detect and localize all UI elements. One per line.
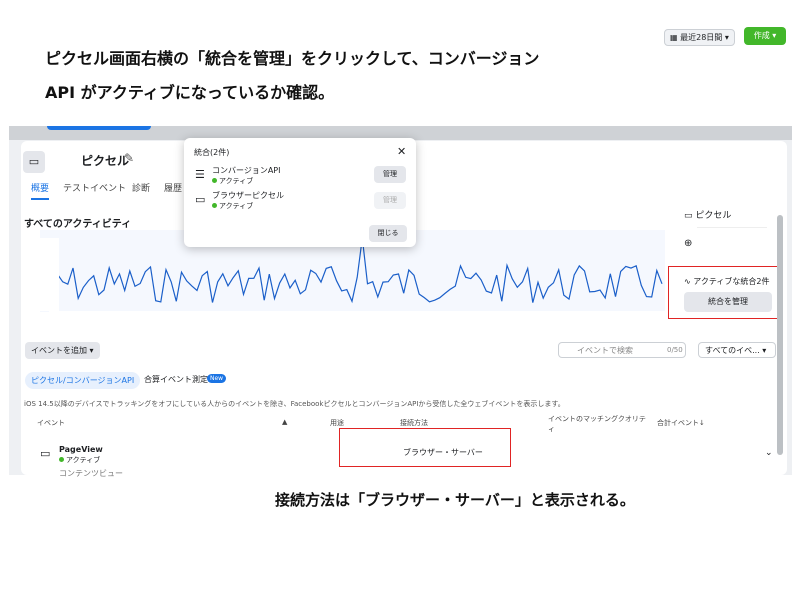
scrollbar[interactable] <box>777 215 783 455</box>
dialog-title: 統合(2件) <box>194 148 230 157</box>
monitor-icon: ▭ <box>684 211 696 221</box>
capi-status: アクティブ <box>212 176 253 186</box>
redacted-pixel-id <box>53 151 79 165</box>
tab-overview[interactable]: 概要 <box>31 181 50 200</box>
warning-icon: ▲ <box>282 418 288 426</box>
status-dot-icon <box>212 178 217 183</box>
tab-diagnostics[interactable]: 診断 <box>132 181 150 194</box>
redacted-domain <box>697 237 767 267</box>
tab-test-events[interactable]: テストイベント <box>63 181 126 194</box>
column-connection: 接続方法 <box>400 419 428 427</box>
column-total-events[interactable]: 合計イベント↓ <box>657 418 705 428</box>
browser-pixel-manage-button[interactable]: 管理 <box>374 192 406 209</box>
close-icon[interactable]: ✕ <box>397 145 406 158</box>
status-dot-icon <box>59 457 64 462</box>
calendar-icon: ▦ <box>670 33 681 42</box>
highlight-connection-method <box>339 428 511 467</box>
new-badge: New <box>207 374 227 383</box>
dialog-close-button[interactable]: 閉じる <box>369 225 407 242</box>
column-match-quality: イベントのマッチングクオリティ <box>548 415 646 433</box>
all-events-dropdown[interactable]: すべてのイベ... ▾ <box>698 342 776 358</box>
browser-icon: ▭ <box>40 447 51 460</box>
info-note: iOS 14.5以降のデバイスでトラッキングをオフにしている人からのイベントを除… <box>24 400 565 408</box>
status-dot-icon <box>212 203 217 208</box>
redacted-match-quality <box>543 434 731 470</box>
chevron-down-icon[interactable]: ⌄ <box>765 448 773 458</box>
highlight-manage-integrations <box>668 266 783 319</box>
top-button[interactable] <box>47 126 151 130</box>
column-event: イベント <box>37 419 65 427</box>
pixel-monitor-icon: ▭ <box>23 151 45 173</box>
browser-icon: ▭ <box>195 193 206 206</box>
caption: 接続方法は「ブラウザー・サーバー」と表示される。 <box>275 491 635 509</box>
instruction-line-2: API がアクティブになっているか確認。 <box>45 83 335 102</box>
browser-pixel-name: ブラウザーピクセル <box>212 191 284 200</box>
pixel-title: ピクセル <box>81 154 130 168</box>
event-status: アクティブ <box>59 455 100 465</box>
event-count: 0/50 <box>667 346 683 354</box>
redacted-axis <box>31 238 59 311</box>
instruction-line-1: ピクセル画面右横の「統合を管理」をクリックして、コンバージョン <box>45 49 540 68</box>
redacted-axis-bottom <box>49 311 668 325</box>
globe-icon: ⊕ <box>684 238 693 249</box>
chart-title: すべてのアクティビティ <box>24 219 132 230</box>
tab-aggregated-events[interactable]: 合算イベント測定 <box>144 374 208 385</box>
browser-pixel-status: アクティブ <box>212 201 253 211</box>
capi-name: コンバージョンAPI <box>212 166 281 175</box>
edit-icon[interactable]: ✎ <box>124 151 134 165</box>
database-icon: ☰ <box>195 168 205 181</box>
integrations-dialog: 統合(2件) ✕ ☰ コンバージョンAPI アクティブ 管理 ▭ ブラウザーピク… <box>184 138 416 247</box>
column-usage: 用途 <box>330 419 344 427</box>
redacted-pixel-info <box>697 219 767 228</box>
event-name[interactable]: PageView <box>59 445 103 454</box>
tab-pixel-capi[interactable]: ピクセル/コンバージョンAPI <box>25 372 141 389</box>
create-button[interactable]: 作成 ▾ <box>744 27 786 45</box>
capi-manage-button[interactable]: 管理 <box>374 166 406 183</box>
period-dropdown[interactable]: ▦ 最近28日間 ▾ <box>664 29 735 46</box>
next-row-event[interactable]: コンテンツビュー <box>59 468 123 479</box>
add-event-button[interactable]: イベントを追加 ▾ <box>25 342 100 359</box>
tab-history[interactable]: 履歴 <box>164 181 182 194</box>
